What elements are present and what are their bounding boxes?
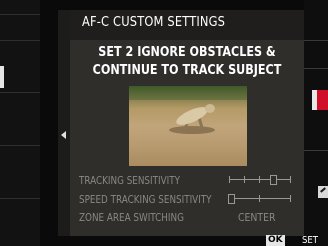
dialog-title: AF-C CUSTOM SETTINGS	[82, 15, 226, 30]
speed-tracking-sensitivity-scale	[228, 194, 291, 204]
background-menu-right	[304, 0, 328, 246]
menu-divider	[304, 150, 328, 151]
dialog-left-tab[interactable]	[58, 10, 70, 236]
background-menu-left	[0, 0, 40, 246]
tracking-sensitivity-label: TRACKING SENSITIVITY	[79, 174, 180, 187]
menu-divider	[0, 40, 40, 41]
speed-tracking-sensitivity-knob	[228, 194, 235, 204]
menu-divider	[0, 145, 40, 146]
menu-divider	[0, 198, 40, 199]
menu-selection-marker	[0, 66, 4, 88]
speed-tracking-sensitivity-label: SPEED TRACKING SENSITIVITY	[79, 193, 212, 206]
tracking-sensitivity-scale	[229, 175, 291, 185]
set-label: SET	[302, 235, 318, 246]
preset-description-line2: CONTINUE TO TRACK SUBJECT	[92, 63, 282, 78]
tracking-sensitivity-knob	[270, 175, 277, 185]
edit-pencil-icon[interactable]	[318, 186, 328, 198]
ok-button[interactable]: OK	[266, 235, 285, 246]
preset-preview-image	[129, 86, 247, 166]
preset-description-line1: SET 2 IGNORE OBSTACLES &	[98, 45, 276, 60]
preset-description: SET 2 IGNORE OBSTACLES & CONTINUE TO TRA…	[86, 44, 287, 80]
zone-area-switching-value: CENTER	[238, 211, 276, 224]
red-indicator	[317, 90, 328, 110]
menu-divider	[304, 40, 328, 41]
menu-divider	[0, 14, 40, 15]
menu-divider	[304, 68, 328, 69]
menu-divider	[0, 92, 40, 93]
zone-area-switching-label: ZONE AREA SWITCHING	[79, 211, 184, 224]
chevron-left-icon[interactable]	[61, 131, 66, 139]
